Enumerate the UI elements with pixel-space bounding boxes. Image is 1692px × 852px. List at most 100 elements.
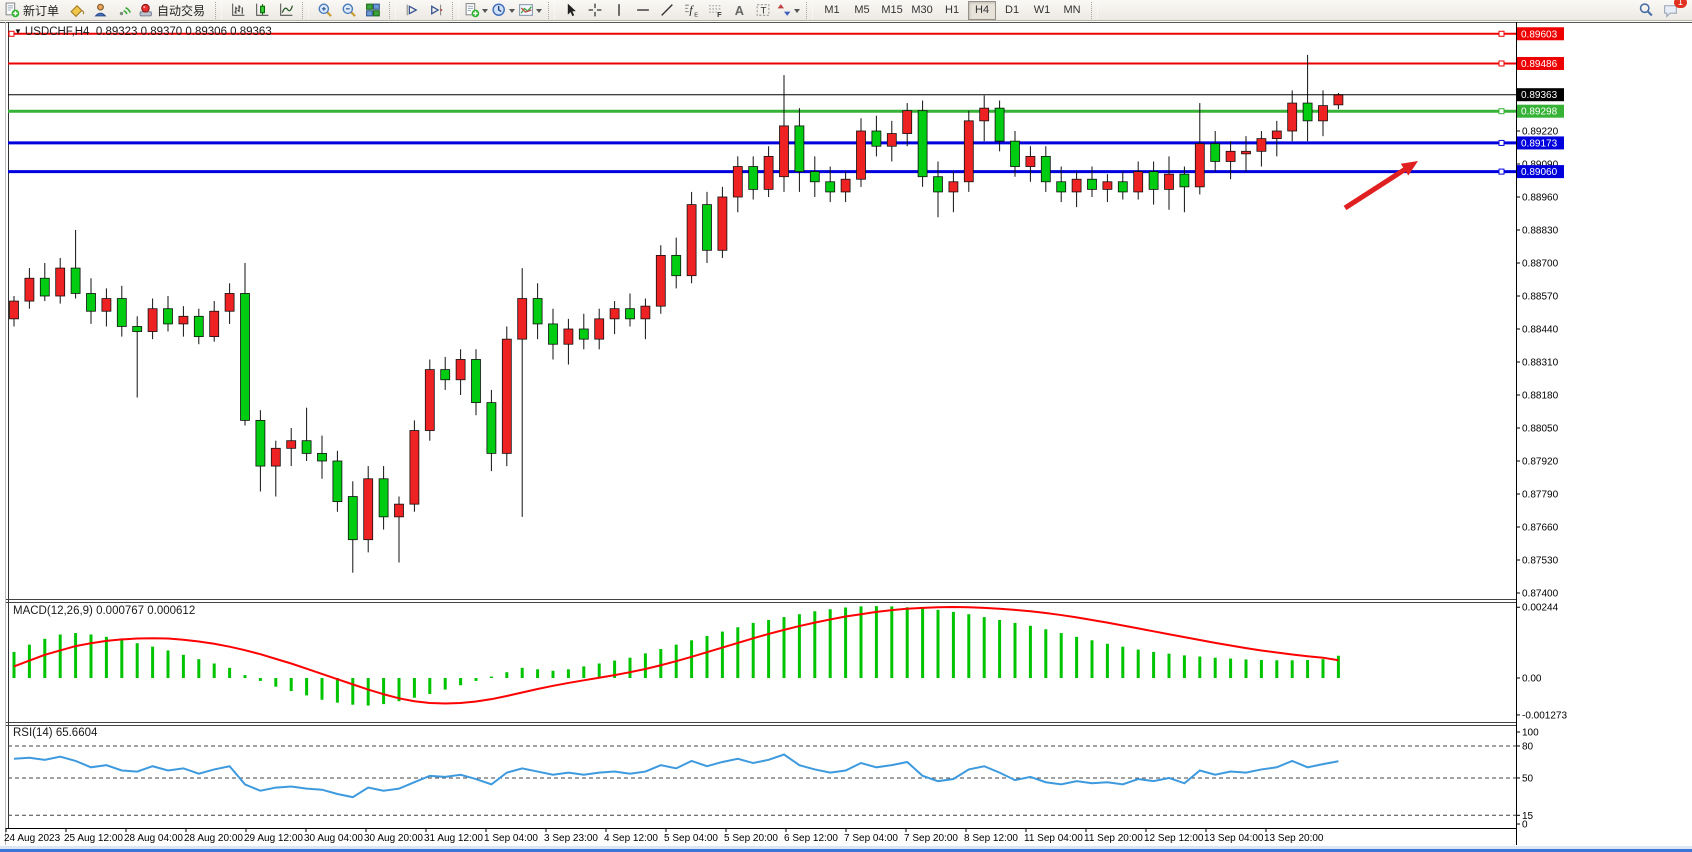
zoom-in-button[interactable]: [313, 0, 337, 21]
line-handle[interactable]: [1499, 169, 1504, 174]
chart-title: ▼USDCHF,H4 0.89323 0.89370 0.89306 0.893…: [14, 26, 272, 38]
zoom-out-button[interactable]: [337, 0, 361, 21]
auto-trading-button[interactable]: 自动交易: [137, 0, 211, 21]
line-handle[interactable]: [1499, 140, 1504, 145]
profile-icon: [93, 2, 109, 18]
horizontal-line-icon: [635, 2, 651, 18]
candle: [302, 408, 311, 461]
time-axis[interactable]: [0, 829, 1516, 846]
toolbar-separator: [548, 2, 555, 19]
line-handle[interactable]: [1499, 31, 1504, 36]
auto-trading-label: 自动交易: [154, 2, 210, 19]
candle: [318, 436, 327, 479]
candle: [1118, 172, 1127, 200]
horizontal-line-tool-button[interactable]: [631, 0, 655, 21]
candle: [1041, 146, 1050, 192]
candle: [518, 268, 527, 517]
line-chart-button[interactable]: [274, 0, 298, 21]
candle: [980, 95, 989, 141]
toolbar-separator: [1091, 2, 1098, 19]
candle: [1257, 131, 1266, 167]
candle: [71, 230, 80, 299]
candle: [410, 420, 419, 511]
candle: [164, 296, 173, 332]
text-tool-button[interactable]: A: [727, 0, 751, 21]
shapes-tool-button[interactable]: [775, 0, 802, 21]
candle: [56, 258, 65, 304]
candle: [641, 299, 650, 340]
candle: [102, 288, 111, 326]
styles-bucket-button[interactable]: [65, 0, 89, 21]
tile-windows-button[interactable]: [361, 0, 385, 21]
search-button[interactable]: [1634, 0, 1658, 21]
indicators-button[interactable]: [463, 0, 490, 21]
candle: [1272, 121, 1281, 157]
price-axis[interactable]: [1516, 22, 1692, 828]
tab-h1[interactable]: H1: [938, 1, 966, 20]
svg-text:E: E: [694, 12, 698, 18]
periods-button[interactable]: [490, 0, 517, 21]
candle: [179, 306, 188, 336]
rsi-line: [14, 754, 1338, 797]
line-handle[interactable]: [1499, 109, 1504, 114]
candle: [1288, 90, 1297, 141]
candle: [903, 103, 912, 146]
tab-m5[interactable]: M5: [848, 1, 876, 20]
candle: [364, 466, 373, 552]
tab-m1[interactable]: M1: [818, 1, 846, 20]
candlestick-chart-icon: [254, 2, 270, 18]
zoom-out-icon: [341, 2, 357, 18]
templates-button[interactable]: [517, 0, 544, 21]
tab-mn[interactable]: MN: [1058, 1, 1086, 20]
candle: [271, 441, 280, 497]
line-handle[interactable]: [1499, 61, 1504, 66]
vertical-line-tool-button[interactable]: [607, 0, 631, 21]
crosshair-tool-button[interactable]: [583, 0, 607, 21]
candlestick-chart-button[interactable]: [250, 0, 274, 21]
toolbar-right-group: 1: [1634, 0, 1682, 21]
chart-ohlc-values: 0.89323 0.89370 0.89306 0.89363: [96, 26, 272, 38]
tab-m15[interactable]: M15: [878, 1, 906, 20]
notification-badge: 1: [1674, 0, 1687, 8]
candle: [1319, 90, 1328, 136]
tab-w1[interactable]: W1: [1028, 1, 1056, 20]
candle: [487, 390, 496, 471]
trendline-tool-button[interactable]: [655, 0, 679, 21]
clock-icon: [491, 2, 507, 18]
trend-arrow-annotation[interactable]: [1345, 161, 1418, 208]
profile-button[interactable]: [89, 0, 113, 21]
cursor-tool-button[interactable]: [559, 0, 583, 21]
candle: [348, 481, 357, 572]
candle: [441, 357, 450, 390]
tab-d1[interactable]: D1: [998, 1, 1026, 20]
candle: [1211, 131, 1220, 172]
candle: [1180, 167, 1189, 213]
signal-button[interactable]: [113, 0, 137, 21]
text-label-tool-button[interactable]: T: [751, 0, 775, 21]
candle: [1011, 131, 1020, 177]
fibo-channel-tool-button[interactable]: F: [703, 0, 727, 21]
rsi-indicator-label: RSI(14) 65.6604: [13, 727, 97, 739]
candle: [1072, 172, 1081, 208]
chart-shift-button[interactable]: [424, 0, 448, 21]
auto-scroll-button[interactable]: [400, 0, 424, 21]
svg-text:F: F: [717, 10, 722, 18]
tab-h4[interactable]: H4: [968, 1, 996, 20]
fibonacci-tool-button[interactable]: fE: [679, 0, 703, 21]
candle: [564, 319, 573, 365]
candle: [10, 296, 19, 326]
rsi-pane: 1008050150: [8, 728, 1539, 831]
notifications-button[interactable]: 1: [1658, 0, 1682, 21]
tab-m30[interactable]: M30: [908, 1, 936, 20]
chevron-down-icon: [482, 9, 488, 16]
candle: [1226, 141, 1235, 179]
candle: [857, 118, 866, 187]
bar-chart-button[interactable]: [226, 0, 250, 21]
chart-window[interactable]: 0.002440.00-0.00127310080501500.892200.8…: [0, 0, 1692, 852]
indicators-icon: [464, 2, 480, 18]
toolbar-separator: [452, 2, 459, 19]
new-order-button[interactable]: 新订单: [3, 0, 65, 21]
new-order-label: 新订单: [20, 2, 64, 19]
candle: [718, 187, 727, 258]
candle: [749, 156, 758, 199]
